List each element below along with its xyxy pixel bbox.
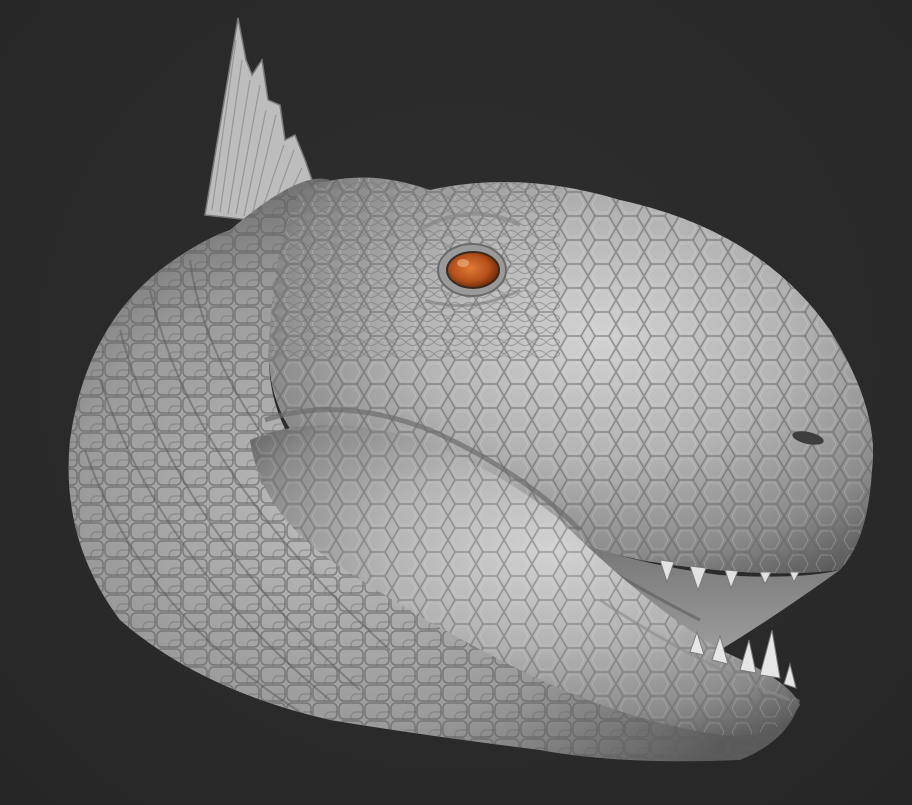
dinosaur-head-render bbox=[68, 17, 874, 762]
eye bbox=[437, 243, 507, 297]
viewport-canvas bbox=[0, 0, 912, 805]
